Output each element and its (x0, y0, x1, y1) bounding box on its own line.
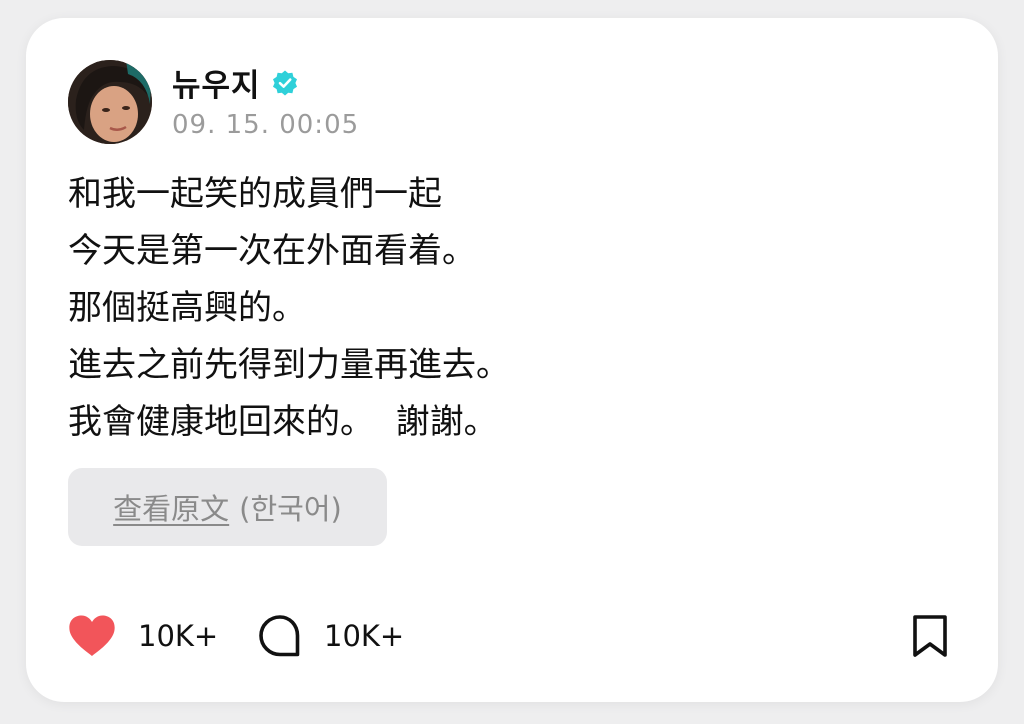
like-count: 10K+ (138, 619, 219, 653)
comment-button[interactable]: 10K+ (258, 610, 404, 662)
post-body-line: 今天是第一次在外面看着。 (68, 231, 476, 271)
post-body-line: 那個挺高興的。 (68, 288, 306, 328)
heart-icon (69, 615, 115, 656)
bookmark-button[interactable] (906, 612, 954, 660)
view-original-label: 查看原文 (113, 492, 230, 526)
post-card: 뉴우지 09. 15. 00:05 和我一起笑的成員們一起 今天是第一次在外面看… (26, 18, 998, 702)
post-body-line: 進去之前先得到力量再進去。 (68, 345, 510, 385)
post-body-line: 我會健康地回來的。 謝謝。 (68, 402, 498, 442)
comment-count: 10K+ (324, 619, 405, 653)
post-body-line: 和我一起笑的成員們一起 (68, 174, 442, 214)
avatar[interactable] (68, 60, 152, 144)
post-body: 和我一起笑的成員們一起 今天是第一次在外面看着。 那個挺高興的。 進去之前先得到… (68, 166, 948, 451)
post-actions-bar: 10K+ 10K+ (68, 610, 956, 662)
post-timestamp: 09. 15. 00:05 (172, 110, 360, 140)
like-button[interactable]: 10K+ (68, 610, 218, 662)
original-language-label: (한국어) (239, 492, 342, 526)
comment-bubble-icon (259, 615, 300, 657)
author-row: 뉴우지 (172, 60, 299, 105)
avatar-image (68, 60, 152, 144)
author-name[interactable]: 뉴우지 (172, 60, 261, 105)
view-original-button[interactable]: 查看原文 (한국어) (68, 468, 387, 546)
bookmark-icon (913, 615, 947, 657)
verified-badge-icon (272, 70, 297, 95)
